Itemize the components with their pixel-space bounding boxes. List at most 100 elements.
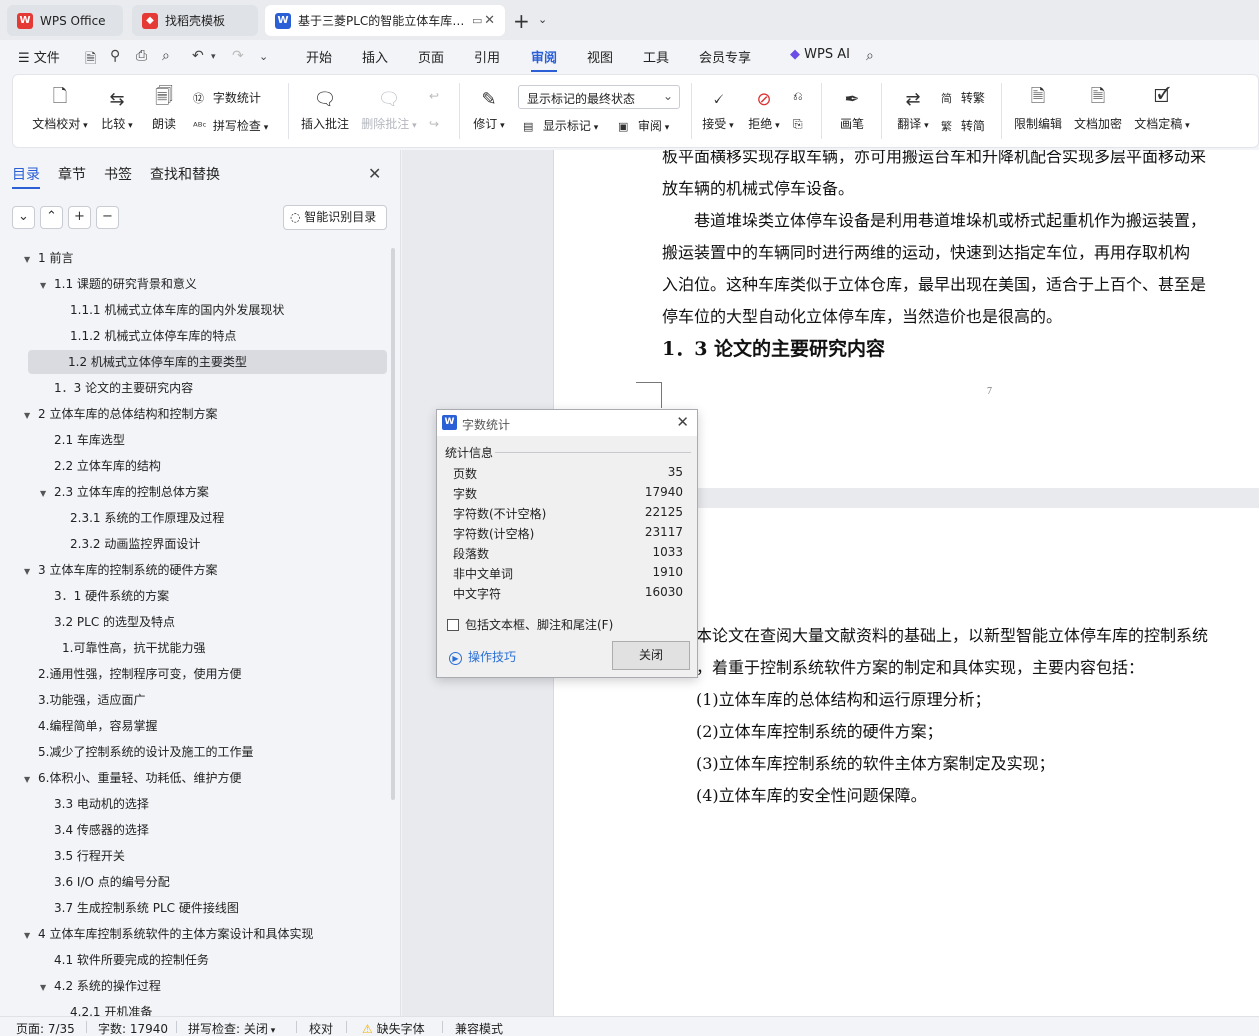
tab-find-replace[interactable]: 查找和替换 bbox=[150, 164, 220, 184]
encrypt-button[interactable]: 🗎 文档加密 bbox=[1071, 86, 1125, 132]
word-count-button[interactable]: ⑫ 字数统计 bbox=[193, 89, 261, 106]
review-pane-button[interactable]: ▣ 审阅 ▾ bbox=[618, 117, 669, 134]
menu-item-reference[interactable]: 引用 bbox=[474, 47, 500, 66]
expand-triangle-icon[interactable]: ▼ bbox=[40, 482, 54, 506]
toc-item[interactable]: 3.功能强，适应面广 bbox=[24, 688, 145, 712]
toc-item[interactable]: ▼ 2 立体车库的总体结构和控制方案 bbox=[24, 402, 217, 426]
word-count-indicator[interactable]: 字数: 17940 bbox=[98, 1020, 168, 1036]
toc-item[interactable]: 2.1 车库选型 bbox=[40, 428, 125, 452]
next-comment-icon[interactable]: ↪ bbox=[429, 117, 439, 131]
pen-button[interactable]: ✒ 画笔 bbox=[835, 87, 869, 132]
to-traditional-button[interactable]: 简 转繁 bbox=[941, 89, 985, 106]
menu-item-insert[interactable]: 插入 bbox=[362, 47, 388, 66]
delete-comment-button[interactable]: 🗨 删除批注 ▾ bbox=[359, 87, 419, 132]
chevron-down-icon[interactable]: ⌄ bbox=[259, 50, 268, 63]
tab-toc[interactable]: 目录 bbox=[12, 164, 40, 189]
close-icon[interactable]: ✕ bbox=[368, 164, 381, 183]
spell-check-status[interactable]: 拼写检查: 关闭 ▾ bbox=[188, 1020, 275, 1036]
menu-item-tools[interactable]: 工具 bbox=[643, 47, 669, 66]
track-changes-button[interactable]: ✎ 修订 ▾ bbox=[469, 87, 509, 132]
proofread-status[interactable]: 校对 bbox=[309, 1020, 333, 1036]
toc-item[interactable]: 3．1 硬件系统的方案 bbox=[40, 584, 169, 608]
toc-item[interactable]: 2.2 立体车库的结构 bbox=[40, 454, 161, 478]
toc-item[interactable]: 1.1.2 机械式立体停车库的特点 bbox=[56, 324, 236, 348]
tab-chapters[interactable]: 章节 bbox=[58, 164, 86, 184]
tab-wps-office[interactable]: W WPS Office bbox=[7, 5, 123, 36]
toc-item[interactable]: ▼ 6.体积小、重量轻、功耗低、维护方便 bbox=[24, 766, 241, 790]
toc-item[interactable]: 4.1 软件所要完成的控制任务 bbox=[40, 948, 209, 972]
toc-item[interactable]: ▼ 3 立体车库的控制系统的硬件方案 bbox=[24, 558, 217, 582]
expand-triangle-icon[interactable]: ▼ bbox=[24, 924, 38, 948]
checkbox-box[interactable] bbox=[447, 619, 459, 631]
insert-comment-button[interactable]: 🗨 插入批注 bbox=[299, 87, 351, 132]
tips-link[interactable]: ▶ 操作技巧 bbox=[449, 648, 516, 665]
translate-button[interactable]: ⇄ 翻译 ▾ bbox=[893, 87, 933, 132]
file-menu[interactable]: ☰ 文件 bbox=[18, 47, 60, 66]
toc-item[interactable]: ▼ 2.3 立体车库的控制总体方案 bbox=[40, 480, 209, 504]
new-tab-plus-icon[interactable]: + bbox=[513, 9, 530, 33]
close-button[interactable]: 关闭 bbox=[612, 641, 690, 670]
page-indicator[interactable]: 页面: 7/35 bbox=[16, 1020, 75, 1036]
finalize-button[interactable]: 🗹 文档定稿 ▾ bbox=[1131, 86, 1193, 132]
toc-item[interactable]: 2.3.2 动画监控界面设计 bbox=[56, 532, 200, 556]
toc-item[interactable]: 2.3.1 系统的工作原理及过程 bbox=[56, 506, 224, 530]
wps-ai-button[interactable]: ◆ WPS AI bbox=[790, 47, 850, 62]
dialog-title-bar[interactable]: W 字数统计 ✕ bbox=[437, 410, 697, 436]
to-simplified-button[interactable]: 繁 转简 bbox=[941, 117, 985, 134]
expand-triangle-icon[interactable]: ▼ bbox=[40, 976, 54, 1000]
close-icon[interactable]: ✕ bbox=[484, 13, 495, 28]
include-textbox-checkbox[interactable]: 包括文本框、脚注和尾注(F) bbox=[447, 616, 613, 633]
compare-button[interactable]: ⇆ 比较 ▾ bbox=[97, 87, 137, 132]
expand-triangle-icon[interactable]: ▼ bbox=[24, 560, 38, 584]
tab-docer-templates[interactable]: ◆ 找稻壳模板 bbox=[132, 5, 258, 36]
toc-item[interactable]: ▼ 1.1 课题的研究背景和意义 bbox=[40, 272, 197, 296]
remove-heading-icon[interactable]: − bbox=[96, 206, 119, 229]
toc-item[interactable]: 3.6 I/O 点的编号分配 bbox=[40, 870, 170, 894]
undo-icon[interactable]: ↶ bbox=[192, 48, 204, 64]
expand-triangle-icon[interactable]: ▼ bbox=[24, 768, 38, 792]
toc-item[interactable]: ▼ 1 前言 bbox=[24, 246, 73, 270]
expand-triangle-icon[interactable]: ▼ bbox=[24, 404, 38, 428]
menu-item-page[interactable]: 页面 bbox=[418, 47, 444, 66]
toc-item[interactable]: 3.4 传感器的选择 bbox=[40, 818, 149, 842]
menu-item-view[interactable]: 视图 bbox=[587, 47, 613, 66]
menu-item-review[interactable]: 审阅 bbox=[531, 47, 558, 72]
print-preview-icon[interactable]: ⌕ bbox=[162, 48, 170, 64]
toc-item[interactable]: ▼ 4.2 系统的操作过程 bbox=[40, 974, 161, 998]
smart-toc-button[interactable]: ◌ 智能识别目录 bbox=[283, 205, 387, 230]
share-icon[interactable]: ⚲ bbox=[110, 48, 120, 64]
chevron-down-icon[interactable]: ⌄ bbox=[538, 13, 547, 26]
toc-item[interactable]: 1.2 机械式立体停车库的主要类型 bbox=[28, 350, 387, 374]
toc-item[interactable]: 3.3 电动机的选择 bbox=[40, 792, 149, 816]
previous-change-icon[interactable]: ⎌ bbox=[793, 89, 803, 104]
markup-display-select[interactable]: 显示标记的最终状态 ⌄ bbox=[518, 85, 680, 109]
toc-item[interactable]: 2.通用性强，控制程序可变，使用方便 bbox=[24, 662, 241, 686]
spell-check-button[interactable]: ᴬᴮᶜ 拼写检查 ▾ bbox=[193, 117, 268, 134]
toc-item[interactable]: 1.1.1 机械式立体车库的国内外发展现状 bbox=[56, 298, 284, 322]
save-icon[interactable]: 🗎 bbox=[85, 48, 96, 72]
scrollbar[interactable] bbox=[391, 248, 395, 800]
toc-item[interactable]: 4.编程简单，容易掌握 bbox=[24, 714, 157, 738]
menu-item-start[interactable]: 开始 bbox=[306, 47, 332, 66]
toc-item[interactable]: 3.7 生成控制系统 PLC 硬件接线图 bbox=[40, 896, 239, 920]
proofread-button[interactable]: 🗋 文档校对 ▾ bbox=[29, 86, 91, 132]
chevron-down-icon[interactable]: ▾ bbox=[211, 52, 216, 62]
expand-up-icon[interactable]: ⌃ bbox=[40, 206, 63, 229]
print-icon[interactable]: ⎙ bbox=[136, 48, 147, 64]
search-icon[interactable]: ⌕ bbox=[866, 48, 874, 64]
menu-item-member[interactable]: 会员专享 bbox=[699, 47, 751, 66]
expand-triangle-icon[interactable]: ▼ bbox=[24, 248, 38, 272]
add-heading-icon[interactable]: + bbox=[68, 206, 91, 229]
show-markup-button[interactable]: ▤ 显示标记 ▾ bbox=[523, 117, 598, 134]
redo-icon[interactable]: ↷ bbox=[232, 48, 244, 64]
previous-comment-icon[interactable]: ↩ bbox=[429, 89, 439, 103]
toc-item[interactable]: 1．3 论文的主要研究内容 bbox=[40, 376, 193, 400]
close-icon[interactable]: ✕ bbox=[676, 413, 689, 431]
toc-item[interactable]: 4.2.1 开机准备 bbox=[56, 1000, 152, 1016]
toc-item[interactable]: 3.5 行程开关 bbox=[40, 844, 125, 868]
accept-button[interactable]: 🗸 接受 ▾ bbox=[699, 87, 737, 132]
tab-document[interactable]: W 基于三菱PLC的智能立体车库控制系统设计 ▭ ✕ bbox=[265, 5, 505, 36]
reject-button[interactable]: ⊘ 拒绝 ▾ bbox=[745, 87, 783, 132]
toc-item[interactable]: 5.减少了控制系统的设计及施工的工作量 bbox=[24, 740, 253, 764]
read-aloud-button[interactable]: 🗐 朗读 bbox=[147, 86, 181, 132]
